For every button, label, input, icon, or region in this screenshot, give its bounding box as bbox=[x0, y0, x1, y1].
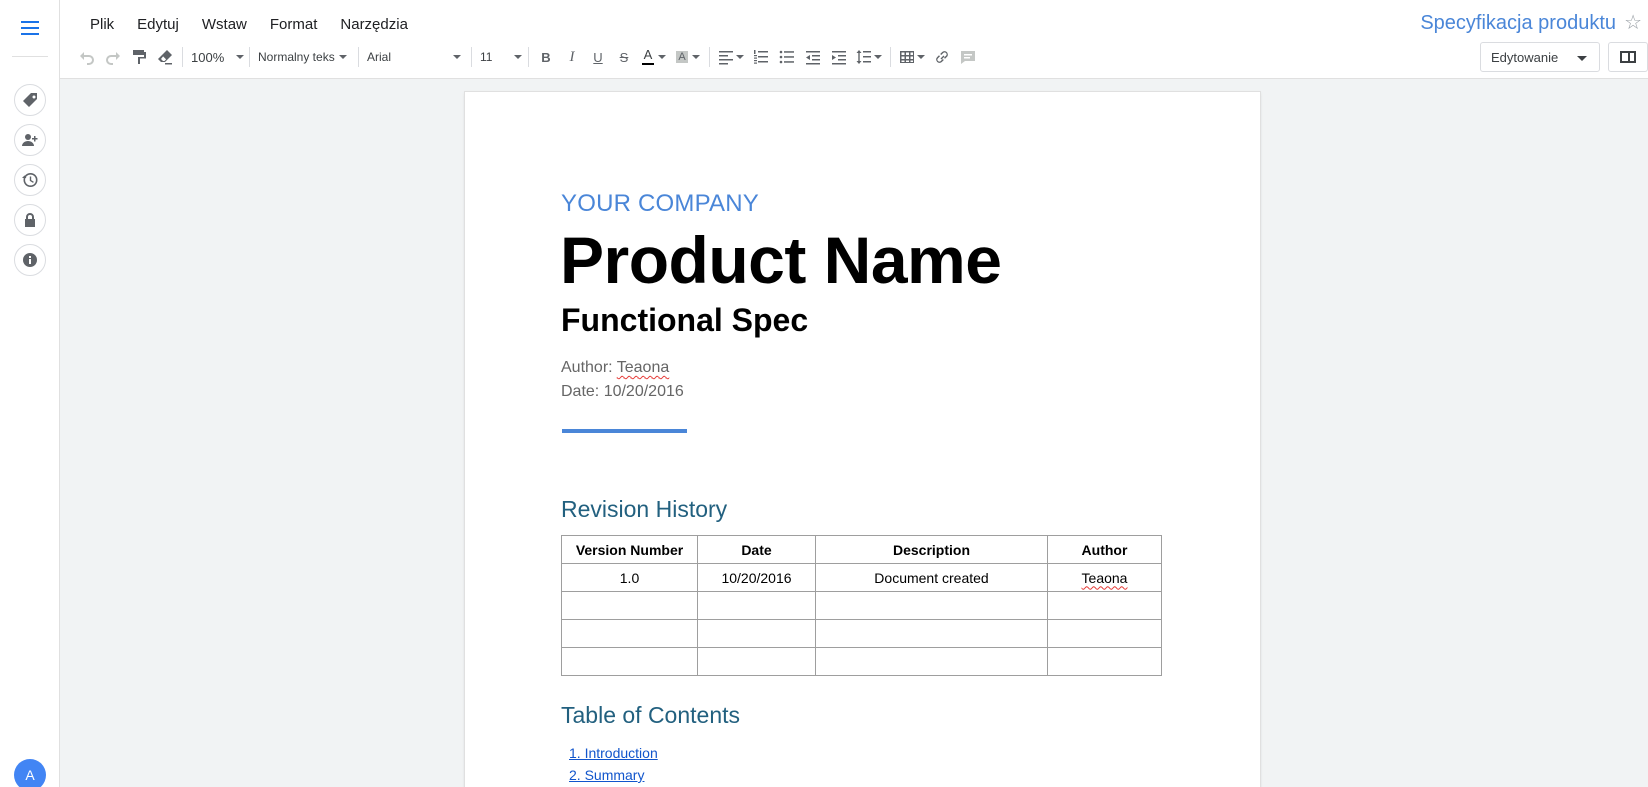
toolbar-divider bbox=[471, 47, 472, 67]
table-cell bbox=[815, 647, 1048, 676]
lock-icon[interactable] bbox=[14, 204, 46, 236]
table-cell bbox=[1047, 647, 1162, 676]
document-page[interactable]: YOUR COMPANY Product Name Functional Spe… bbox=[465, 92, 1260, 787]
menu-insert[interactable]: Wstaw bbox=[192, 14, 257, 35]
table-cell: 1.0 bbox=[561, 563, 698, 592]
paint-format-icon[interactable] bbox=[126, 43, 152, 71]
table-icon[interactable] bbox=[895, 43, 929, 71]
avatar[interactable]: A bbox=[14, 759, 46, 787]
revision-history-heading: Revision History bbox=[561, 496, 728, 522]
highlight-color-icon[interactable]: A bbox=[671, 43, 705, 71]
undo-icon[interactable] bbox=[74, 43, 100, 71]
author-line: Author: Teaona bbox=[561, 359, 669, 377]
toolbar-divider bbox=[182, 47, 183, 67]
top-bar: Plik Edytuj Wstaw Format Narzędzia Specy… bbox=[60, 0, 1648, 79]
link-icon[interactable] bbox=[929, 43, 955, 71]
table-header-cell: Version Number bbox=[561, 535, 698, 564]
history-icon[interactable] bbox=[14, 164, 46, 196]
table-header-cell: Author bbox=[1047, 535, 1162, 564]
toolbar-divider bbox=[709, 47, 710, 67]
underline-icon[interactable]: U bbox=[585, 43, 611, 71]
rail-divider bbox=[12, 56, 48, 57]
table-header-cell: Description bbox=[815, 535, 1048, 564]
text-color-icon[interactable]: A bbox=[637, 43, 671, 71]
table-row bbox=[561, 619, 1162, 648]
author-label: Author: bbox=[561, 359, 617, 376]
table-cell-author: Teaona bbox=[1081, 569, 1128, 586]
table-row: 1.0 10/20/2016 Document created Teaona bbox=[561, 563, 1162, 592]
table-cell bbox=[697, 591, 816, 620]
font-select[interactable]: Arial bbox=[363, 43, 467, 71]
bold-icon[interactable]: B bbox=[533, 43, 559, 71]
redo-icon[interactable] bbox=[100, 43, 126, 71]
bulleted-list-icon[interactable] bbox=[774, 43, 800, 71]
document-title[interactable]: Specyfikacja produktu bbox=[1420, 12, 1616, 35]
menu-tools[interactable]: Narzędzia bbox=[330, 14, 418, 35]
table-row bbox=[561, 647, 1162, 676]
table-cell bbox=[1047, 591, 1162, 620]
menu-format[interactable]: Format bbox=[260, 14, 328, 35]
author-name: Teaona bbox=[616, 359, 670, 376]
table-cell bbox=[697, 619, 816, 648]
star-icon[interactable]: ☆ bbox=[1624, 10, 1642, 35]
product-name: Product Name bbox=[560, 223, 1002, 297]
table-cell: Teaona bbox=[1047, 563, 1162, 592]
table-cell bbox=[815, 591, 1048, 620]
paragraph-style-value: Normalny teks bbox=[258, 50, 335, 64]
toolbar-divider bbox=[528, 47, 529, 67]
table-cell: 10/20/2016 bbox=[697, 563, 816, 592]
clear-formatting-icon[interactable] bbox=[152, 43, 178, 71]
table-cell bbox=[561, 647, 698, 676]
line-spacing-icon[interactable] bbox=[852, 43, 886, 71]
table-cell bbox=[561, 619, 698, 648]
font-value: Arial bbox=[367, 50, 392, 64]
paragraph-style-select[interactable]: Normalny teks bbox=[254, 43, 354, 71]
zoom-value: 100% bbox=[191, 49, 225, 65]
accent-rule bbox=[562, 429, 687, 433]
table-header-row: Version Number Date Description Author bbox=[561, 535, 1162, 564]
add-person-icon[interactable] bbox=[14, 124, 46, 156]
formatting-toolbar: 100% Normalny teks Arial 11 B I U S A A bbox=[74, 42, 981, 72]
italic-icon[interactable]: I bbox=[559, 43, 585, 71]
table-cell: Document created bbox=[815, 563, 1048, 592]
toc-link-summary[interactable]: 2. Summary bbox=[569, 767, 644, 783]
font-size-select[interactable]: 11 bbox=[476, 43, 524, 71]
editing-mode-value: Edytowanie bbox=[1491, 49, 1559, 65]
menu-file[interactable]: Plik bbox=[80, 14, 124, 35]
table-cell bbox=[1047, 619, 1162, 648]
main-menu-icon[interactable] bbox=[18, 16, 42, 40]
toolbar-divider bbox=[890, 47, 891, 67]
menu-edit[interactable]: Edytuj bbox=[127, 14, 189, 35]
toolbar-divider bbox=[358, 47, 359, 67]
strikethrough-icon[interactable]: S bbox=[611, 43, 637, 71]
document-subtitle: Functional Spec bbox=[561, 302, 809, 338]
table-cell bbox=[697, 647, 816, 676]
revision-table: Version Number Date Description Author 1… bbox=[561, 535, 1162, 676]
zoom-select[interactable]: 100% bbox=[187, 43, 245, 71]
numbered-list-icon[interactable] bbox=[748, 43, 774, 71]
toc-heading: Table of Contents bbox=[561, 702, 741, 728]
menu-bar: Plik Edytuj Wstaw Format Narzędzia bbox=[80, 14, 421, 35]
side-panel-toggle-icon[interactable] bbox=[1608, 42, 1648, 72]
date-line: Date: 10/20/2016 bbox=[561, 383, 684, 400]
company-name: YOUR COMPANY bbox=[561, 190, 759, 217]
table-header-cell: Date bbox=[697, 535, 816, 564]
comment-icon[interactable] bbox=[955, 43, 981, 71]
editing-mode-select[interactable]: Edytowanie bbox=[1480, 42, 1600, 72]
left-rail: A bbox=[0, 0, 60, 787]
toc-link-introduction[interactable]: 1. Introduction bbox=[569, 745, 658, 761]
toolbar-divider bbox=[249, 47, 250, 67]
table-row bbox=[561, 591, 1162, 620]
font-size-value: 11 bbox=[480, 50, 493, 64]
increase-indent-icon[interactable] bbox=[826, 43, 852, 71]
info-icon[interactable] bbox=[14, 244, 46, 276]
decrease-indent-icon[interactable] bbox=[800, 43, 826, 71]
table-cell bbox=[815, 619, 1048, 648]
tag-icon[interactable] bbox=[14, 84, 46, 116]
table-cell bbox=[561, 591, 698, 620]
align-icon[interactable] bbox=[714, 43, 748, 71]
